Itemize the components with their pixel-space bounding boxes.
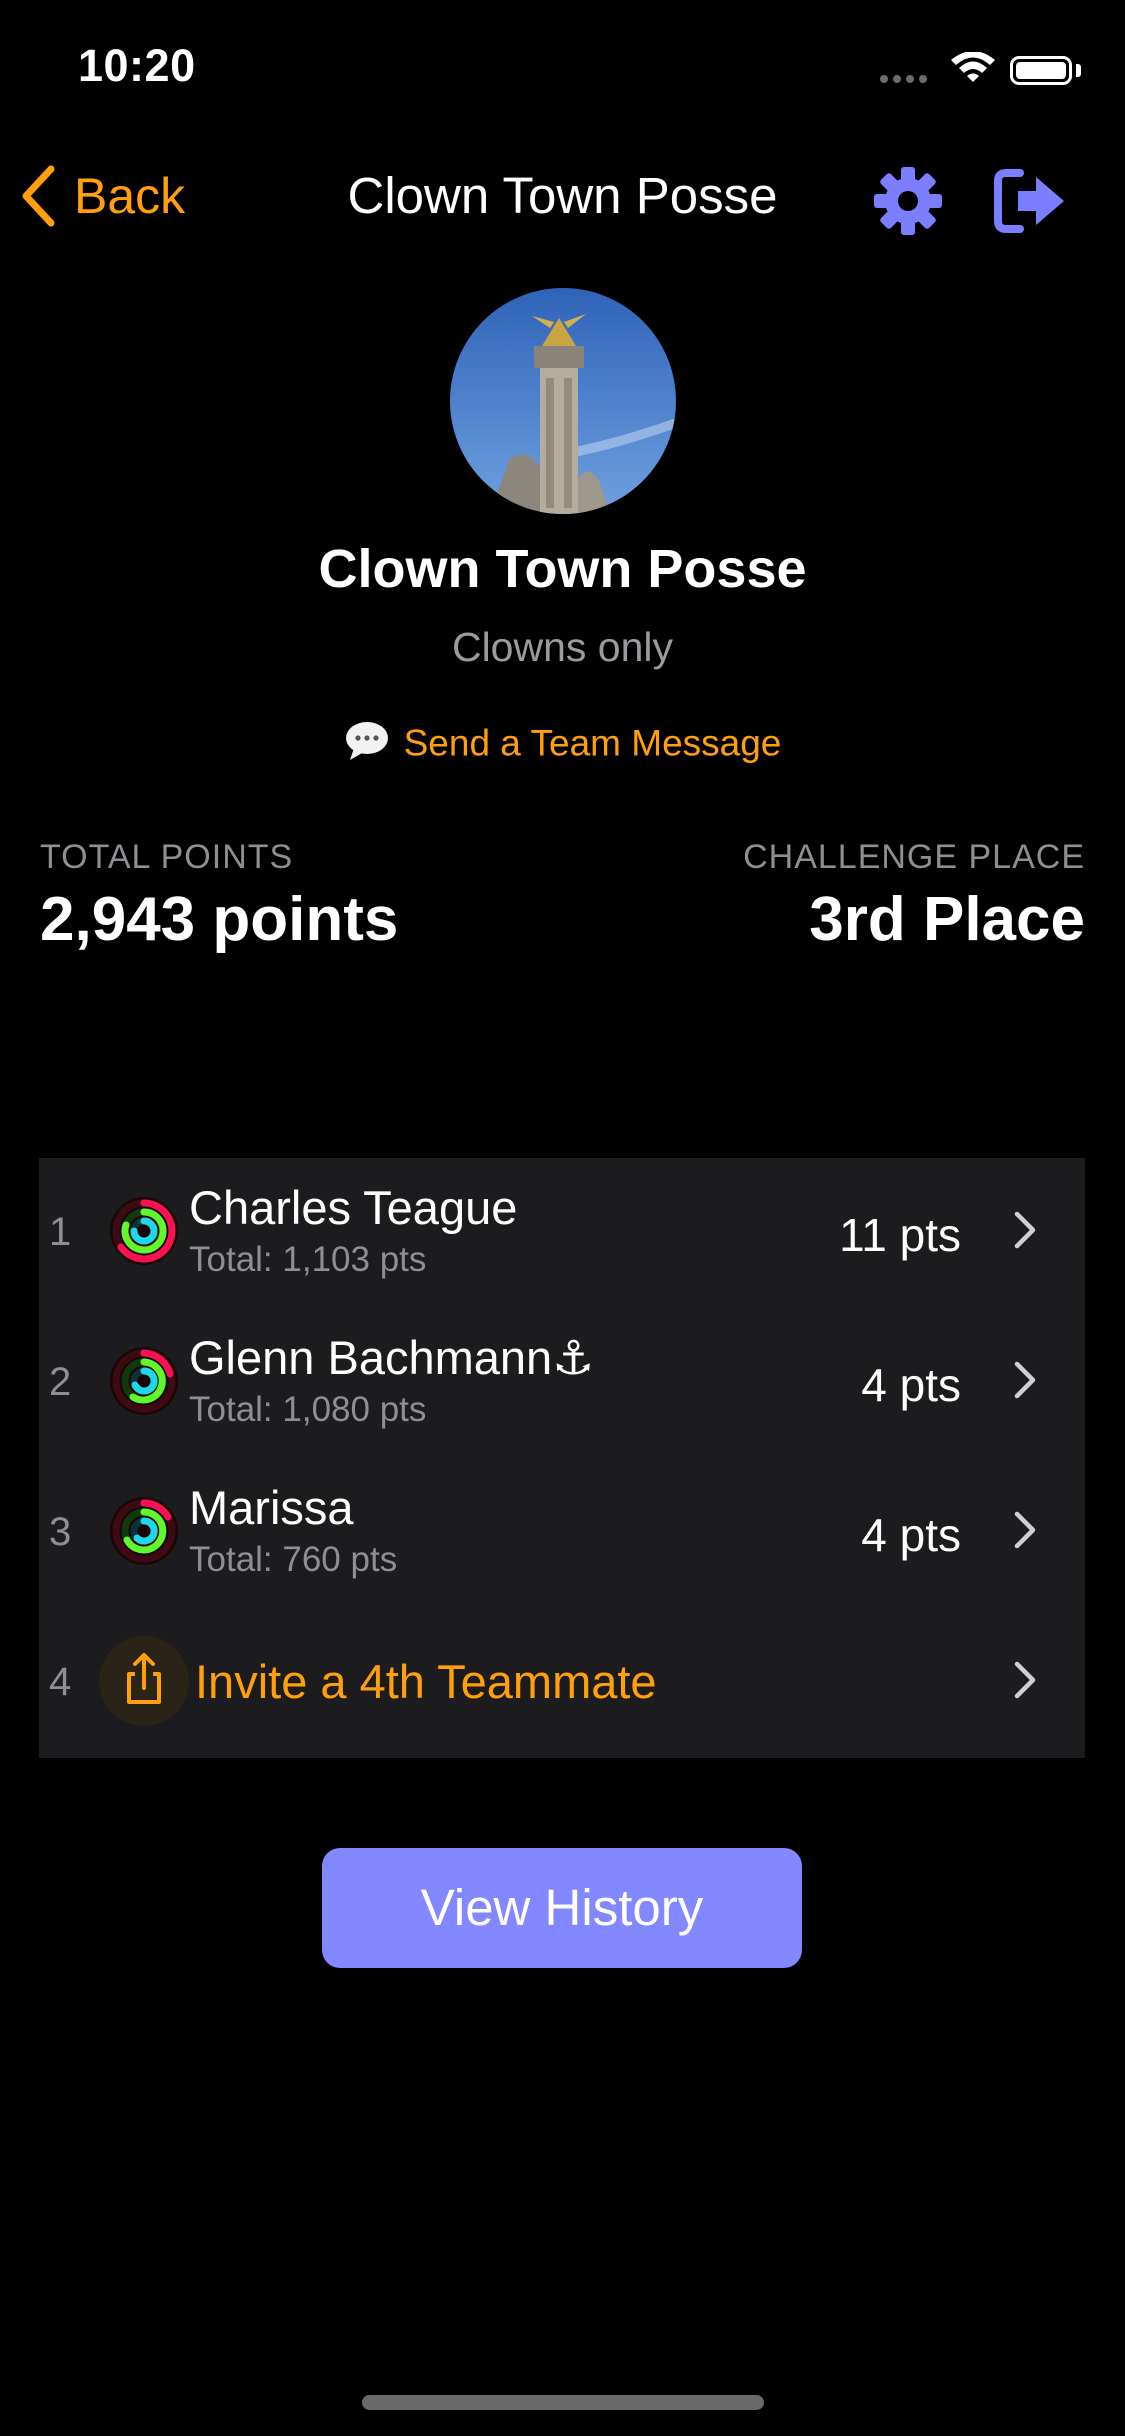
team-member-list: 1 Charles Teague Total: 1,103 pts 11 pts…: [39, 1158, 1085, 1758]
member-rank: 3: [49, 1510, 72, 1554]
home-indicator[interactable]: [362, 2395, 764, 2410]
send-team-message-label: Send a Team Message: [403, 722, 782, 764]
chevron-right-icon: [1014, 1511, 1036, 1549]
total-points-value: 2,943 points: [40, 885, 399, 954]
member-challenge-points: 4 pts: [861, 1359, 961, 1411]
nav-title: Clown Town Posse: [347, 167, 778, 224]
settings-button[interactable]: [872, 165, 944, 242]
status-time: 10:20: [78, 40, 196, 91]
member-challenge-points: 11 pts: [839, 1209, 961, 1261]
member-row[interactable]: 1 Charles Teague Total: 1,103 pts 11 pts: [39, 1158, 1085, 1308]
chevron-right-icon: [1014, 1211, 1036, 1249]
chat-bubble-icon: [344, 720, 390, 771]
share-icon: [99, 1636, 189, 1726]
member-total-points: Total: 1,103 pts: [189, 1240, 427, 1279]
invite-teammate-row[interactable]: 4 Invite a 4th Teammate: [39, 1608, 1085, 1758]
total-points-label: TOTAL POINTS: [40, 838, 294, 876]
invite-rank: 4: [49, 1660, 72, 1704]
member-total-points: Total: 1,080 pts: [189, 1390, 427, 1429]
member-total-points: Total: 760 pts: [189, 1540, 398, 1579]
battery-cap: [1076, 64, 1081, 77]
team-name: Clown Town Posse: [318, 539, 807, 599]
member-rank: 2: [49, 1360, 72, 1404]
member-row[interactable]: 3 Marissa Total: 760 pts 4 pts: [39, 1458, 1085, 1608]
team-avatar: [450, 288, 676, 514]
activity-ring-icon: [110, 1197, 178, 1265]
member-rank: 1: [49, 1210, 72, 1254]
chevron-right-icon: [1014, 1661, 1036, 1699]
wifi-icon: [950, 51, 996, 91]
activity-ring-icon: [110, 1347, 178, 1415]
gear-icon: [874, 167, 942, 235]
member-name: Glenn Bachmann⚓: [189, 1331, 595, 1384]
send-team-message-link[interactable]: Send a Team Message: [0, 720, 1125, 771]
view-history-button[interactable]: View History: [322, 1848, 802, 1968]
activity-ring-icon: [110, 1497, 178, 1565]
member-row[interactable]: 2 Glenn Bachmann⚓ Total: 1,080 pts 4 pts: [39, 1308, 1085, 1458]
member-challenge-points: 4 pts: [861, 1509, 961, 1561]
leave-team-button[interactable]: [992, 167, 1068, 240]
invite-teammate-label: Invite a 4th Teammate: [195, 1655, 657, 1708]
cellular-signal-icon: [880, 70, 932, 88]
challenge-place-label: CHALLENGE PLACE: [743, 838, 1085, 876]
team-description: Clowns only: [451, 624, 674, 670]
member-name: Marissa: [189, 1481, 354, 1534]
challenge-place-value: 3rd Place: [809, 885, 1085, 954]
chevron-right-icon: [1014, 1361, 1036, 1399]
member-name: Charles Teague: [189, 1181, 518, 1234]
logout-icon: [994, 169, 1064, 233]
battery-icon: [1010, 56, 1072, 85]
